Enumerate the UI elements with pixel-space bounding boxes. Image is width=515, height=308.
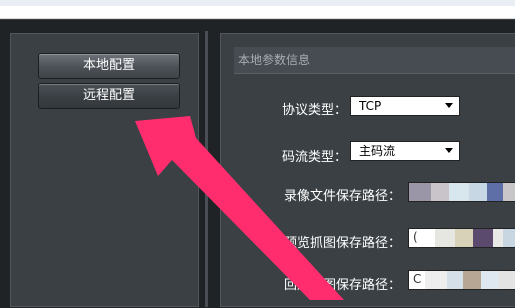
preview-path-input[interactable]: ( xyxy=(408,228,515,248)
playback-path-input[interactable]: C xyxy=(408,270,515,290)
left-nav-panel: 本地配置 远程配置 xyxy=(10,33,199,307)
record-path-label: 录像文件保存路径： xyxy=(284,189,402,204)
right-content-panel xyxy=(220,33,515,307)
stream-select[interactable]: 主码流 xyxy=(350,141,460,161)
playback-path-value: C xyxy=(413,272,422,286)
preview-path-value: ( xyxy=(413,230,418,244)
panel-splitter[interactable] xyxy=(205,31,208,307)
preview-path-label: 预览抓图保存路径： xyxy=(284,236,402,251)
protocol-select[interactable]: TCP xyxy=(350,96,460,116)
chevron-down-icon xyxy=(445,103,453,108)
section-title: 本地参数信息 xyxy=(238,53,311,67)
chevron-down-icon xyxy=(445,148,453,153)
nav-button-remote-config[interactable]: 远程配置 xyxy=(38,83,180,109)
window-titlebar xyxy=(0,0,515,19)
nav-button-local-config[interactable]: 本地配置 xyxy=(38,53,180,79)
stream-label: 码流类型： xyxy=(282,150,348,165)
section-header: 本地参数信息 xyxy=(234,47,515,74)
titlebar-strip xyxy=(0,0,515,6)
protocol-label: 协议类型： xyxy=(282,103,348,118)
playback-path-label: 回放抓图保存路径： xyxy=(284,278,402,293)
record-path-input[interactable] xyxy=(408,182,515,202)
protocol-select-value: TCP xyxy=(359,99,382,113)
stream-select-value: 主码流 xyxy=(359,144,396,158)
